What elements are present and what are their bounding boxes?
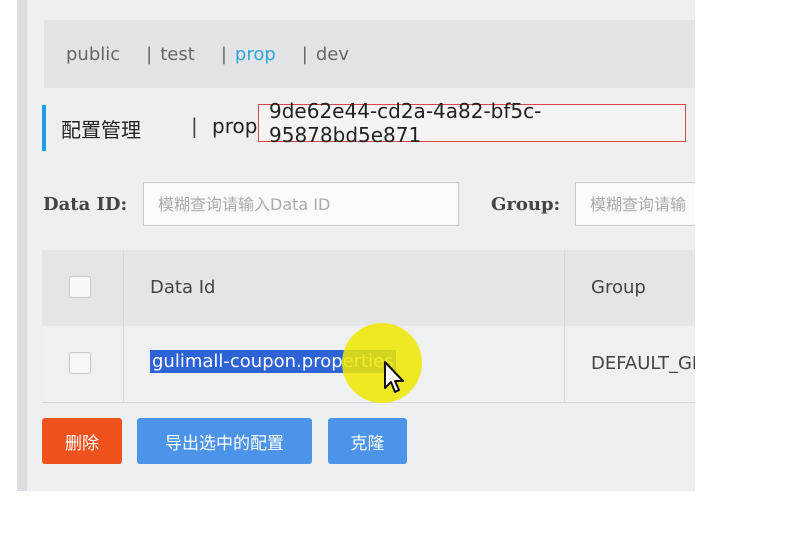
namespace-tab-public[interactable]: public [66, 44, 120, 65]
title-accent-bar [42, 105, 46, 151]
row-checkbox[interactable] [69, 352, 91, 374]
data-id-search-input[interactable] [143, 182, 459, 226]
namespace-separator: | [301, 43, 308, 65]
left-strip [17, 0, 27, 491]
nacos-config-page: public | test | prop | dev 配置管理 | prop 9… [17, 0, 695, 491]
namespace-tab-test[interactable]: test [160, 44, 195, 65]
select-all-checkbox[interactable] [69, 276, 91, 298]
data-id-label: Data ID: [43, 194, 128, 215]
namespace-tab-prop[interactable]: prop [235, 44, 276, 65]
current-namespace: prop [212, 114, 258, 138]
export-selected-button[interactable]: 导出选中的配置 [137, 418, 312, 464]
column-header-group: Group [591, 277, 646, 298]
column-divider [123, 250, 124, 402]
title-separator: | [191, 114, 198, 138]
namespace-tabs: public | test | prop | dev [44, 20, 695, 88]
cursor-highlight [342, 323, 422, 403]
namespace-id: 9de62e44-cd2a-4a82-bf5c-95878bd5e871 [258, 99, 686, 147]
page-title: 配置管理 [61, 118, 141, 142]
clone-button[interactable]: 克隆 [328, 418, 407, 464]
column-header-data-id: Data Id [150, 277, 216, 298]
group-search-input[interactable] [575, 182, 695, 226]
mouse-pointer-icon [384, 361, 404, 393]
namespace-separator: | [220, 43, 227, 65]
delete-button[interactable]: 删除 [42, 418, 122, 464]
table-header: Data Id Group [42, 250, 695, 327]
group-label: Group: [491, 194, 561, 215]
page-header: 配置管理 | prop 9de62e44-cd2a-4a82-bf5c-9587… [42, 99, 695, 152]
namespace-separator: | [146, 43, 153, 65]
group-cell: DEFAULT_GI [591, 353, 695, 374]
filter-row: Data ID: Group: [17, 180, 695, 228]
namespace-id-text: 9de62e44-cd2a-4a82-bf5c-95878bd5e871 [269, 99, 542, 147]
column-divider [564, 250, 565, 402]
namespace-tab-dev[interactable]: dev [316, 44, 349, 65]
